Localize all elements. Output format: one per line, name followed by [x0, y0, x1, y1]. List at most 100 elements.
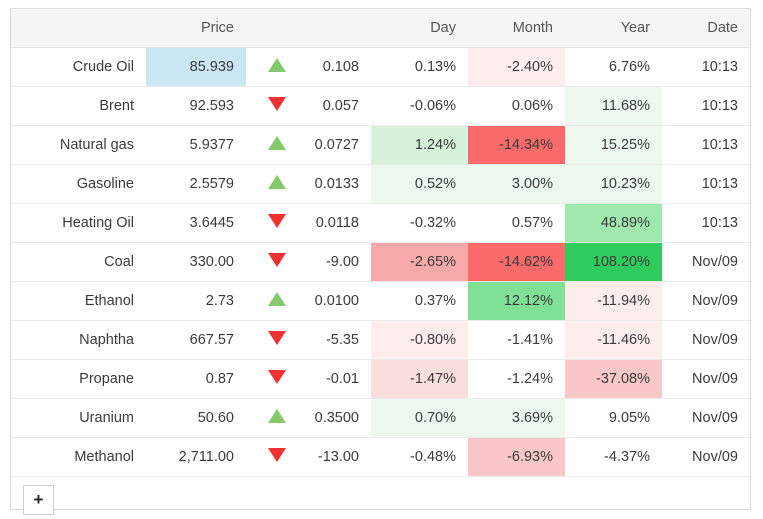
column-header-date[interactable]: Date [662, 9, 750, 48]
cell-month-percent: 0.06% [468, 86, 565, 126]
cell-month-percent: -6.93% [468, 437, 565, 477]
cell-direction [246, 437, 298, 477]
cell-price: 2,711.00 [146, 437, 246, 477]
cell-day-percent: -0.06% [371, 86, 468, 126]
cell-change: 0.3500 [298, 398, 371, 438]
cell-year-percent: 108.20% [565, 242, 662, 282]
table-row[interactable]: Natural gas 5.9377 0.0727 1.24% -14.34% 15.25… [11, 125, 750, 165]
table-row[interactable]: Propane 0.87 -0.01 -1.47% -1.24% -37.08% Nov/0… [11, 359, 750, 399]
cell-month-percent: -1.41% [468, 320, 565, 360]
cell-change: -9.00 [298, 242, 371, 282]
column-header-year[interactable]: Year [565, 9, 662, 48]
cell-day-percent: 1.24% [371, 125, 468, 165]
triangle-down-icon [268, 213, 286, 228]
table-row[interactable]: Heating Oil 3.6445 0.0118 -0.32% 0.57% 48.89%… [11, 203, 750, 243]
cell-day-percent: 0.70% [371, 398, 468, 438]
table-row[interactable]: Naphtha 667.57 -5.35 -0.80% -1.41% -11.46% Nov… [11, 320, 750, 360]
cell-month-percent: -1.24% [468, 359, 565, 399]
cell-change: 0.0100 [298, 281, 371, 321]
cell-instrument-name: Brent [11, 86, 146, 126]
cell-instrument-name: Coal [11, 242, 146, 282]
cell-year-percent: 6.76% [565, 47, 662, 87]
cell-month-percent: 3.00% [468, 164, 565, 204]
cell-instrument-name: Uranium [11, 398, 146, 438]
cell-day-percent: -0.48% [371, 437, 468, 477]
cell-month-percent: 3.69% [468, 398, 565, 438]
cell-direction [246, 320, 298, 360]
cell-date: Nov/09 [662, 320, 750, 360]
cell-instrument-name: Propane [11, 359, 146, 399]
table-row[interactable]: Brent 92.593 0.057 -0.06% 0.06% 11.68% 10:13 [11, 86, 750, 126]
cell-instrument-name: Gasoline [11, 164, 146, 204]
table-row[interactable]: Methanol 2,711.00 -13.00 -0.48% -6.93% -4.37%… [11, 437, 750, 477]
cell-direction [246, 359, 298, 399]
triangle-down-icon [268, 447, 286, 462]
cell-date: Nov/09 [662, 398, 750, 438]
cell-date: 10:13 [662, 86, 750, 126]
column-header-month[interactable]: Month [468, 9, 565, 48]
cell-price: 3.6445 [146, 203, 246, 243]
table-row[interactable]: Coal 330.00 -9.00 -2.65% -14.62% 108.20% Nov/0… [11, 242, 750, 282]
column-header-arrow[interactable] [246, 9, 298, 48]
cell-price: 85.939 [146, 47, 246, 87]
cell-date: 10:13 [662, 125, 750, 165]
cell-month-percent: -14.62% [468, 242, 565, 282]
cell-year-percent: 9.05% [565, 398, 662, 438]
cell-date: Nov/09 [662, 359, 750, 399]
table-footer: + [11, 475, 750, 515]
cell-date: Nov/09 [662, 437, 750, 477]
cell-year-percent: -11.46% [565, 320, 662, 360]
cell-instrument-name: Ethanol [11, 281, 146, 321]
cell-change: -13.00 [298, 437, 371, 477]
cell-day-percent: 0.37% [371, 281, 468, 321]
quotes-panel: Price Day Month Year Date Crude Oil 85.93… [10, 8, 751, 515]
cell-instrument-name: Crude Oil [11, 47, 146, 87]
triangle-down-icon [268, 96, 286, 111]
triangle-up-icon [268, 135, 286, 150]
table-body: Crude Oil 85.939 0.108 0.13% -2.40% 6.76% 10:1… [11, 47, 750, 477]
add-row-button[interactable]: + [23, 485, 54, 515]
column-header-day[interactable]: Day [371, 9, 468, 48]
cell-direction [246, 398, 298, 438]
table-row[interactable]: Gasoline 2.5579 0.0133 0.52% 3.00% 10.23% 10:1… [11, 164, 750, 204]
table-row[interactable]: Uranium 50.60 0.3500 0.70% 3.69% 9.05% Nov/09 [11, 398, 750, 438]
cell-day-percent: -2.65% [371, 242, 468, 282]
cell-year-percent: 15.25% [565, 125, 662, 165]
cell-change: -5.35 [298, 320, 371, 360]
cell-direction [246, 242, 298, 282]
cell-price: 0.87 [146, 359, 246, 399]
cell-change: 0.057 [298, 86, 371, 126]
table-header-row: Price Day Month Year Date [11, 9, 750, 48]
cell-instrument-name: Heating Oil [11, 203, 146, 243]
column-header-name[interactable] [11, 9, 146, 48]
cell-price: 330.00 [146, 242, 246, 282]
cell-month-percent: -14.34% [468, 125, 565, 165]
cell-price: 5.9377 [146, 125, 246, 165]
column-header-change[interactable] [298, 9, 371, 48]
cell-date: 10:13 [662, 47, 750, 87]
column-header-price[interactable]: Price [146, 9, 246, 48]
cell-direction [246, 125, 298, 165]
cell-day-percent: -1.47% [371, 359, 468, 399]
cell-instrument-name: Natural gas [11, 125, 146, 165]
cell-direction [246, 47, 298, 87]
cell-change: 0.0133 [298, 164, 371, 204]
triangle-up-icon [268, 408, 286, 423]
cell-month-percent: 0.57% [468, 203, 565, 243]
cell-date: 10:13 [662, 164, 750, 204]
cell-day-percent: -0.80% [371, 320, 468, 360]
cell-change: 0.108 [298, 47, 371, 87]
table-row[interactable]: Ethanol 2.73 0.0100 0.37% 12.12% -11.94% Nov/0… [11, 281, 750, 321]
cell-price: 667.57 [146, 320, 246, 360]
triangle-up-icon [268, 57, 286, 72]
cell-instrument-name: Naphtha [11, 320, 146, 360]
cell-date: Nov/09 [662, 281, 750, 321]
table-row[interactable]: Crude Oil 85.939 0.108 0.13% -2.40% 6.76% 10:1… [11, 47, 750, 87]
triangle-down-icon [268, 369, 286, 384]
cell-change: 0.0118 [298, 203, 371, 243]
cell-year-percent: -37.08% [565, 359, 662, 399]
cell-direction [246, 281, 298, 321]
cell-day-percent: -0.32% [371, 203, 468, 243]
cell-instrument-name: Methanol [11, 437, 146, 477]
table-header: Price Day Month Year Date [11, 9, 750, 48]
